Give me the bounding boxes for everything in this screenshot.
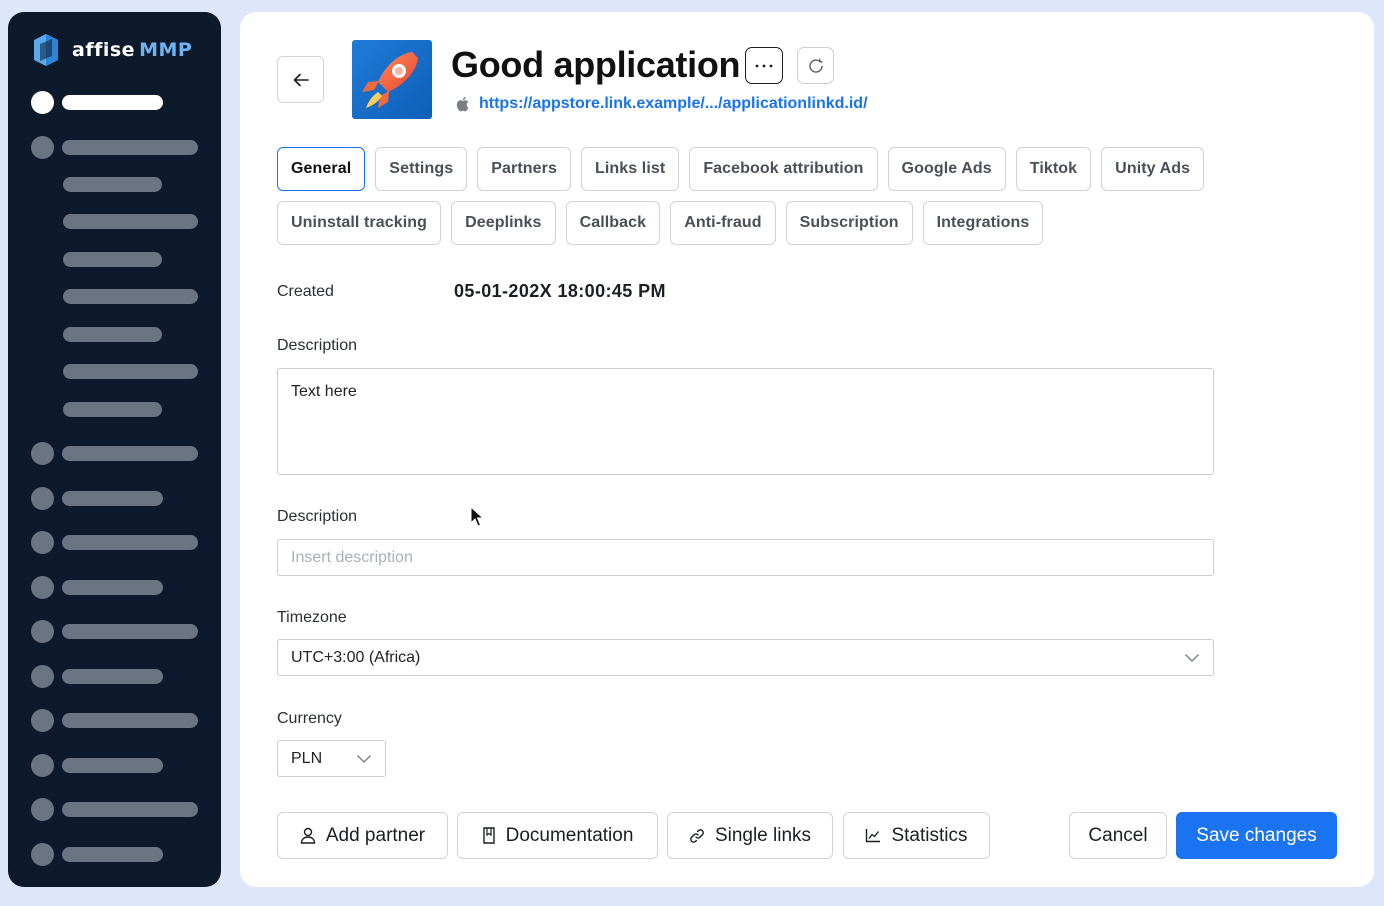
currency-select[interactable]: PLN [277,740,386,777]
arrow-left-icon [293,73,309,86]
tab-partners[interactable]: Partners [477,147,571,191]
created-value: 05-01-202X 18:00:45 PM [454,281,666,301]
sidebar: affise MMP [8,12,221,887]
brand-name: affise MMP [72,39,193,61]
description-label-2: Description [277,508,358,525]
tab-settings[interactable]: Settings [375,147,468,191]
tab-tiktok[interactable]: Tiktok [1015,147,1092,191]
single-links-button[interactable]: Single links [667,812,833,859]
save-changes-label: Save changes [1196,824,1317,846]
tab-uninstall-tracking[interactable]: Uninstall tracking [277,201,442,245]
mouse-cursor-icon [470,506,484,527]
description-label: Description [277,337,358,354]
tab-callback[interactable]: Callback [565,201,661,245]
save-changes-button[interactable]: Save changes [1176,812,1337,859]
statistics-label: Statistics [891,824,968,846]
timezone-value: UTC+3:00 (Africa) [291,648,421,666]
timezone-select[interactable]: UTC+3:00 (Africa) [277,639,1214,676]
chevron-down-icon [1185,653,1199,662]
documentation-button[interactable]: Documentation [457,812,658,859]
single-links-label: Single links [714,824,812,846]
app-store-link[interactable]: https://appstore.link.example/.../applic… [479,95,868,113]
refresh-icon [808,58,823,73]
more-horizontal-icon [755,64,773,67]
more-options-button[interactable] [745,47,783,84]
description-input[interactable]: Insert description [277,539,1214,576]
cancel-button[interactable]: Cancel [1069,812,1167,859]
chart-line-icon [866,829,881,843]
tab-facebook-attribution[interactable]: Facebook attribution [689,147,878,191]
tab-general[interactable]: General [277,147,366,191]
cancel-label: Cancel [1088,824,1148,846]
timezone-label: Timezone [277,609,347,626]
created-label: Created [277,283,334,300]
refresh-button[interactable] [797,47,834,84]
back-button[interactable] [277,56,324,103]
app-icon [352,40,432,119]
rocket-icon [362,52,418,108]
tab-links-list[interactable]: Links list [580,147,680,191]
book-icon [482,827,495,844]
affise-logo-icon [34,34,58,66]
chevron-down-icon [357,754,371,763]
tab-row: General Settings Partners Links list Faceboo… [277,147,1257,191]
documentation-label: Documentation [505,824,634,846]
apple-icon [456,96,469,112]
currency-label: Currency [277,710,342,727]
tab-unity-ads[interactable]: Unity Ads [1101,147,1205,191]
tab-deeplinks[interactable]: Deeplinks [451,201,556,245]
tab-anti-fraud[interactable]: Anti-fraud [670,201,776,245]
add-partner-button[interactable]: Add partner [277,812,448,859]
main-panel: Good application https://appstore.link.e… [240,12,1374,887]
tab-row: Uninstall tracking Deeplinks Callback Anti-… [277,201,1257,245]
tab-google-ads[interactable]: Google Ads [887,147,1006,191]
tab-integrations[interactable]: Integrations [922,201,1044,245]
brand-logo[interactable]: affise MMP [30,30,192,70]
description-textarea[interactable]: Text here [277,368,1214,475]
page-title: Good application [451,44,741,85]
statistics-button[interactable]: Statistics [843,812,990,859]
currency-value: PLN [291,749,323,767]
link-icon [690,828,704,843]
tab-subscription[interactable]: Subscription [785,201,913,245]
user-icon [300,827,316,844]
tab-bar: General Settings Partners Links list Faceboo… [277,147,1257,255]
add-partner-label: Add partner [325,824,426,846]
